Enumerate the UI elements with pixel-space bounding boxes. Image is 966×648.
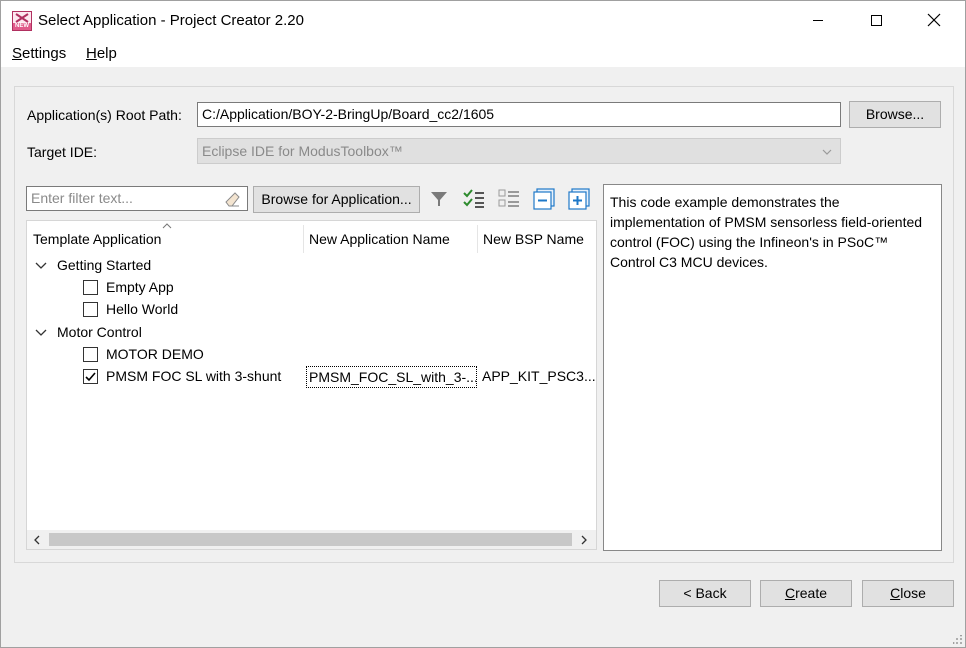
chevron-down-icon	[822, 149, 832, 155]
scroll-right-icon[interactable]	[580, 535, 588, 545]
root-path-browse-button[interactable]: Browse...	[849, 101, 941, 128]
new-application-name-cell[interactable]: PMSM_FOC_SL_with_3-...	[306, 366, 477, 388]
expand-all-button[interactable]	[567, 187, 591, 211]
checkbox-motor-demo[interactable]	[83, 347, 98, 362]
menu-settings[interactable]: Settings	[12, 45, 66, 62]
uncheck-all-icon	[498, 189, 519, 207]
column-divider[interactable]	[477, 225, 478, 253]
new-bsp-name-cell[interactable]: APP_KIT_PSC3...	[482, 368, 596, 384]
window-title: Select Application - Project Creator 2.2…	[38, 12, 304, 29]
target-ide-value: Eclipse IDE for ModusToolbox™	[202, 143, 403, 159]
chevron-down-icon[interactable]	[35, 262, 47, 270]
uncheck-all-button[interactable]	[497, 187, 521, 211]
checkbox-pmsm-foc[interactable]	[83, 369, 98, 384]
browse-for-application-button[interactable]: Browse for Application...	[253, 186, 420, 213]
maximize-button[interactable]	[853, 1, 899, 39]
target-ide-select[interactable]: Eclipse IDE for ModusToolbox™	[197, 138, 841, 164]
new-badge: NEW	[13, 23, 31, 30]
filter-icon	[431, 192, 447, 206]
template-tree[interactable]: Template Application New Application Nam…	[26, 220, 597, 550]
description-panel: This code example demonstrates the imple…	[603, 184, 942, 551]
menu-help[interactable]: Help	[86, 45, 117, 62]
check-all-icon	[463, 189, 484, 208]
filter-input[interactable]: Enter filter text...	[26, 186, 248, 211]
tree-item-motor-demo[interactable]: MOTOR DEMO	[106, 346, 204, 362]
scrollbar-thumb[interactable]	[49, 533, 572, 546]
close-icon	[927, 13, 941, 27]
back-button-label: < Back	[683, 585, 727, 601]
expand-all-icon	[568, 188, 590, 210]
tree-group-getting-started[interactable]: Getting Started	[57, 257, 151, 273]
minimize-icon	[813, 20, 823, 21]
create-button[interactable]: Create	[760, 580, 852, 607]
tools-icon	[15, 13, 29, 23]
checkbox-hello-world[interactable]	[83, 302, 98, 317]
column-divider[interactable]	[303, 225, 304, 253]
chevron-down-icon[interactable]	[35, 329, 47, 337]
resize-grip-icon[interactable]	[953, 635, 963, 645]
menu-bar: Settings Help	[1, 39, 965, 67]
tree-item-empty-app[interactable]: Empty App	[106, 279, 174, 295]
tree-item-pmsm-foc[interactable]: PMSM FOC SL with 3-shunt	[106, 368, 281, 384]
column-template-application[interactable]: Template Application	[33, 231, 161, 247]
filter-button[interactable]	[427, 187, 451, 211]
column-new-bsp-name[interactable]: New BSP Name	[483, 231, 584, 247]
collapse-all-icon	[533, 188, 555, 210]
back-button[interactable]: < Back	[659, 580, 751, 607]
root-path-input[interactable]: C:/Application/BOY-2-BringUp/Board_cc2/1…	[197, 102, 841, 127]
app-icon: NEW	[12, 11, 32, 31]
sort-ascending-icon	[162, 223, 172, 229]
checkbox-empty-app[interactable]	[83, 280, 98, 295]
maximize-icon	[871, 15, 882, 26]
application-window: NEW Select Application - Project Creator…	[0, 0, 966, 648]
close-window-button[interactable]	[911, 1, 957, 39]
column-new-application-name[interactable]: New Application Name	[309, 231, 450, 247]
clear-filter-icon[interactable]	[225, 191, 241, 207]
tree-group-motor-control[interactable]: Motor Control	[57, 324, 142, 340]
minimize-button[interactable]	[795, 1, 841, 39]
horizontal-scrollbar[interactable]	[27, 530, 596, 549]
close-button[interactable]: Close	[862, 580, 954, 607]
filter-placeholder: Enter filter text...	[31, 190, 133, 206]
check-all-button[interactable]	[462, 187, 486, 211]
target-ide-label: Target IDE:	[27, 144, 98, 160]
root-path-label: Application(s) Root Path:	[27, 107, 182, 123]
collapse-all-button[interactable]	[532, 187, 556, 211]
scroll-left-icon[interactable]	[33, 535, 41, 545]
checkmark-icon	[85, 372, 96, 382]
title-bar: NEW Select Application - Project Creator…	[1, 1, 965, 39]
tree-item-hello-world[interactable]: Hello World	[106, 301, 178, 317]
